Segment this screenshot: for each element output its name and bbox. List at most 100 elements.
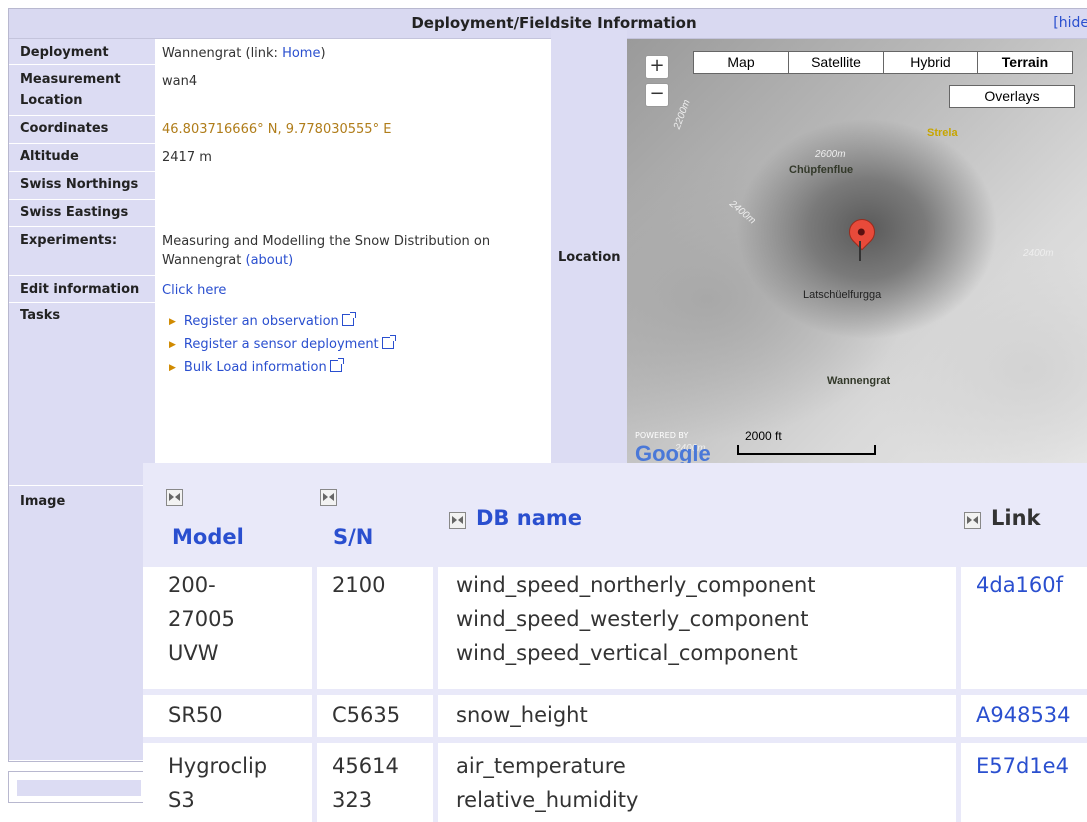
table-cell-db-name: wind_speed_northerly_component wind_spee…	[456, 568, 816, 670]
external-link-icon	[329, 358, 344, 372]
tasks-label: Tasks	[12, 305, 154, 327]
deployment-close: )	[320, 46, 326, 61]
altitude-label: Altitude	[12, 146, 154, 168]
contour-label: 2400m	[1023, 248, 1054, 259]
about-link[interactable]: (about)	[246, 253, 294, 268]
location-label: Location	[558, 250, 621, 265]
edit-information-value: Click here	[162, 281, 552, 300]
powered-by-label: POWERED BY	[635, 431, 689, 440]
terrain-map[interactable]: + − Map Satellite Hybrid Terrain Overlay…	[627, 39, 1087, 464]
db-name-line: air_temperature	[456, 754, 626, 778]
row-divider	[9, 64, 557, 65]
column-header-db-name[interactable]: DB name	[476, 506, 582, 530]
sensor-table-popup: Model S/N DB name Link 200- 27005 UVW 21…	[143, 463, 1087, 822]
map-scale-label: 2000 ft	[745, 429, 782, 443]
map-type-hybrid-button[interactable]: Hybrid	[883, 51, 978, 74]
model-line: Hygroclip	[168, 754, 268, 778]
map-label-strela: Strela	[927, 127, 958, 139]
table-cell-sn: 45614 323	[332, 749, 399, 817]
row-divider	[9, 275, 557, 276]
bulk-load-link[interactable]: Bulk Load information	[169, 358, 559, 379]
table-cell-model: Hygroclip S3	[168, 749, 267, 817]
sort-model-icon[interactable]	[166, 489, 183, 506]
contour-label: 2600m	[815, 149, 846, 160]
column-header-link[interactable]: Link	[991, 506, 1041, 530]
map-label-latschuelfurgga: Latschüelfurgga	[803, 289, 882, 301]
external-link-icon	[381, 335, 396, 349]
experiments-value: Measuring and Modelling the Snow Distrib…	[162, 232, 547, 270]
measurement-location-value: wan4	[162, 74, 198, 89]
image-label: Image	[12, 491, 154, 513]
register-sensor-deployment-label: Register a sensor deployment	[183, 337, 379, 352]
register-sensor-deployment-link[interactable]: Register a sensor deployment	[169, 335, 559, 356]
external-link-icon	[341, 312, 356, 326]
register-observation-link[interactable]: Register an observation	[169, 312, 559, 333]
location-cell	[551, 30, 627, 464]
sn-line: 45614	[332, 754, 399, 778]
swiss-eastings-label: Swiss Eastings	[12, 202, 154, 224]
panel-title-bar: Deployment/Fieldsite Information [hide	[9, 9, 1087, 39]
map-type-map-button[interactable]: Map	[693, 51, 789, 74]
secondary-panel-header	[17, 780, 141, 796]
contour-label: 2400m	[727, 198, 758, 227]
map-scale-bar	[737, 445, 876, 455]
hide-link[interactable]: [hide	[1053, 9, 1087, 38]
table-header	[143, 463, 1087, 567]
edit-information-label: Edit information	[12, 279, 154, 301]
coordinates-label: Coordinates	[12, 118, 154, 140]
row-divider	[9, 143, 557, 144]
tasks-list: Register an observation Register a senso…	[169, 312, 559, 381]
coordinates-value: 46.803716666° N, 9.778030555° E	[162, 122, 392, 137]
table-cell-model: SR50	[168, 703, 223, 727]
map-label-chupfenflue: Chüpfenflue	[789, 164, 854, 176]
sn-line: 323	[332, 788, 373, 812]
click-here-link[interactable]: Click here	[162, 283, 226, 298]
measurement-location-label: Measurement Location	[12, 67, 154, 113]
column-header-model[interactable]: Model	[172, 525, 244, 549]
row-divider	[9, 199, 557, 200]
map-label-wannengrat: Wannengrat	[827, 375, 891, 387]
db-name-line: wind_speed_vertical_component	[456, 641, 798, 665]
row-divider	[143, 737, 1087, 743]
model-line: 27005	[168, 607, 235, 631]
db-name-line: wind_speed_northerly_component	[456, 573, 816, 597]
table-cell-db-name: snow_height	[456, 703, 588, 727]
model-line: 200-	[168, 573, 216, 597]
deployment-label: Deployment	[12, 42, 154, 64]
deployment-value: Wannengrat (link: Home)	[162, 44, 552, 63]
home-link[interactable]: Home	[282, 46, 320, 61]
map-type-satellite-button[interactable]: Satellite	[788, 51, 884, 74]
row-divider	[9, 115, 557, 116]
contour-label: 2200m	[671, 98, 693, 131]
map-type-terrain-button[interactable]: Terrain	[977, 51, 1073, 74]
table-cell-db-name: air_temperature relative_humidity	[456, 749, 638, 817]
table-cell-link[interactable]: 4da160f	[976, 568, 1063, 602]
location-marker-icon[interactable]	[843, 213, 881, 251]
model-line: S3	[168, 788, 195, 812]
db-name-line: wind_speed_westerly_component	[456, 607, 809, 631]
experiments-label: Experiments:	[12, 230, 154, 252]
google-logo[interactable]: Google	[635, 441, 711, 464]
sort-sn-icon[interactable]	[320, 489, 337, 506]
row-divider	[143, 689, 1087, 695]
row-divider	[9, 171, 557, 172]
sort-dbname-icon[interactable]	[449, 512, 466, 529]
experiments-text: Measuring and Modelling the Snow Distrib…	[162, 234, 491, 268]
table-cell-link[interactable]: E57d1e4	[976, 749, 1069, 783]
sort-link-icon[interactable]	[964, 512, 981, 529]
zoom-out-button[interactable]: −	[645, 83, 669, 107]
table-cell-model: 200- 27005 UVW	[168, 568, 235, 670]
db-name-line: relative_humidity	[456, 788, 639, 812]
row-divider	[9, 226, 557, 227]
model-line: UVW	[168, 641, 219, 665]
overlays-button[interactable]: Overlays	[949, 85, 1075, 108]
marker-stem	[859, 241, 861, 261]
zoom-in-button[interactable]: +	[645, 55, 669, 79]
bulk-load-label: Bulk Load information	[183, 360, 327, 375]
table-cell-sn: C5635	[332, 703, 401, 727]
column-header-sn[interactable]: S/N	[333, 525, 373, 549]
table-cell-link[interactable]: A948534	[976, 698, 1071, 732]
deployment-text: Wannengrat (link:	[162, 46, 283, 61]
register-observation-label: Register an observation	[183, 314, 339, 329]
swiss-northings-label: Swiss Northings	[12, 174, 154, 196]
